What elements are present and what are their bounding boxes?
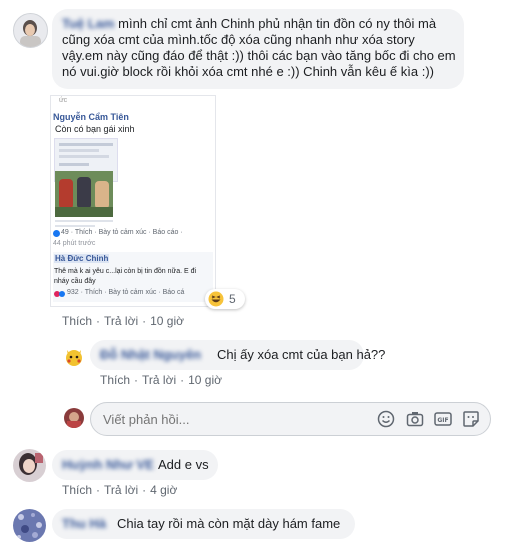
- like-reaction-icon: [53, 230, 60, 237]
- reaction-badge[interactable]: 5: [205, 289, 245, 309]
- reply1-avatar[interactable]: [64, 347, 84, 367]
- comment3-author[interactable]: Thu Hà: [62, 516, 106, 532]
- reply1-reply-link[interactable]: Trả lời: [142, 373, 176, 387]
- comment1-avatar[interactable]: [13, 13, 48, 48]
- comment2-like-link[interactable]: Thích: [62, 483, 92, 497]
- reply1-actions: Thích · Trả lời · 10 giờ: [100, 373, 222, 387]
- shot-reply-text-2: nháy cầu đây: [54, 278, 96, 285]
- comment2-avatar[interactable]: [13, 449, 46, 482]
- comment2-bubble: Huỳnh Như VE Add e vs: [52, 450, 218, 480]
- reply-input[interactable]: [101, 409, 365, 429]
- comment2-reply-link[interactable]: Trả lời: [104, 483, 138, 497]
- shot-reply-author: Hà Đức Chinh: [54, 254, 110, 263]
- shot-post-author: Nguyễn Cẩm Tiên: [53, 112, 129, 122]
- user-avatar-image: [64, 408, 84, 428]
- reaction-count: 5: [229, 292, 236, 306]
- haha-reaction-icon: [208, 291, 224, 307]
- emoji-icon[interactable]: [377, 410, 395, 428]
- comment1-author[interactable]: Tuệ Lam: [62, 16, 115, 31]
- shot-post-meta: 49 · Thích · Bày tỏ cảm xúc · Báo cáo ·: [61, 229, 183, 236]
- shot-header: ức: [59, 97, 68, 104]
- comment1-timestamp[interactable]: 10 giờ: [150, 314, 184, 328]
- comment1-actions: Thích · Trả lời · 10 giờ: [62, 314, 184, 328]
- avatar-image: [13, 449, 46, 482]
- current-user-avatar: [64, 408, 84, 428]
- shot-reply-meta: 932 · Thích · Bày tỏ cảm xúc · Báo cá: [67, 289, 185, 296]
- reply-input-box[interactable]: GIF: [90, 402, 491, 436]
- comment1-text: mình chỉ cmt ảnh Chinh phủ nhận tin đồn …: [62, 16, 456, 79]
- camera-icon[interactable]: [406, 410, 424, 428]
- comment3-actions-cutoff: [62, 541, 192, 546]
- shot-post-time: 44 phút trước: [53, 240, 96, 247]
- reply1-like-link[interactable]: Thích: [100, 373, 130, 387]
- reply1-bubble: Đỗ Nhật Nguyên Chị ấy xóa cmt của bạn hả…: [90, 340, 385, 370]
- comment2-text: Add e vs: [158, 457, 209, 472]
- comment2-actions: Thích · Trả lời · 4 giờ: [62, 483, 178, 497]
- reply1-author[interactable]: Đỗ Nhật Nguyên: [100, 347, 201, 363]
- shot-reply-text-1: Thê mà k ai yêu c...lại còn bị tin đồn n…: [54, 268, 197, 275]
- comment2-timestamp[interactable]: 4 giờ: [150, 483, 177, 497]
- reply1-text: Chị ấy xóa cmt của bạn hả??: [217, 347, 386, 362]
- comment3-bubble: Thu Hà Chia tay rồi mà còn mặt dày hám f…: [52, 509, 355, 539]
- shot-post-text: Còn có bạn gái xinh: [55, 124, 135, 134]
- avatar-image: [20, 20, 41, 47]
- comment3-avatar[interactable]: [13, 509, 46, 542]
- comment1-like-link[interactable]: Thích: [62, 314, 92, 328]
- svg-text:GIF: GIF: [437, 417, 448, 424]
- pikachu-avatar-image: [64, 347, 84, 367]
- shot-photo: [55, 171, 113, 217]
- gif-icon[interactable]: GIF: [434, 410, 452, 428]
- avatar-image: [13, 509, 46, 542]
- sticker-icon[interactable]: [462, 410, 480, 428]
- comment1-bubble: Tuệ Lam mình chỉ cmt ảnh Chinh phủ nhận …: [52, 9, 464, 89]
- reply1-timestamp[interactable]: 10 giờ: [188, 373, 222, 387]
- comment1-reply-link[interactable]: Trả lời: [104, 314, 138, 328]
- comment3-text: Chia tay rồi mà còn mặt dày hám fame: [117, 516, 341, 531]
- embedded-screenshot[interactable]: ức Nguyễn Cẩm Tiên Còn có bạn gái xinh 4…: [50, 95, 216, 307]
- comment2-author[interactable]: Huỳnh Như VE: [62, 457, 154, 473]
